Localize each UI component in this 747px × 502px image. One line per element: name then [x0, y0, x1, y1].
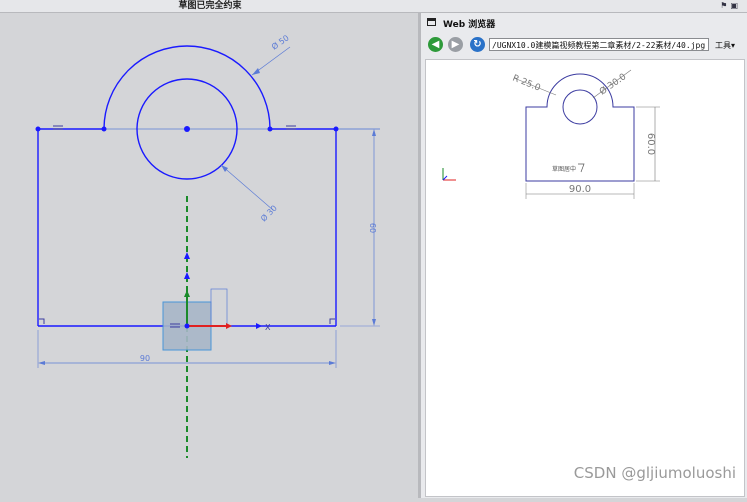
width-label[interactable]: 90 — [140, 354, 150, 363]
x-axis-label: X — [265, 323, 271, 332]
width-arrow-left — [38, 361, 45, 365]
status-corner-icons: ⚑▣ — [720, 1, 741, 10]
drawing-width-label: 90.0 — [569, 184, 591, 195]
x-axis-arrowhead — [226, 323, 232, 329]
width-arrow-right — [329, 361, 336, 365]
status-bar: 草图已完全约束 ⚑▣ — [0, 0, 747, 13]
drawing-height-label: 60.0 — [645, 133, 656, 155]
x-direction-arrowhead — [256, 323, 262, 329]
chevron-down-icon: ▾ — [731, 41, 736, 50]
y-direction-arrowhead-2 — [184, 272, 190, 279]
status-message: 草图已完全约束 — [178, 1, 242, 11]
browser-title: Web 浏览器 — [443, 20, 496, 30]
height-arrow-top — [372, 129, 376, 136]
y-axis-arrowhead — [184, 290, 190, 297]
browser-content[interactable]: R 25.0 Ø 30.0 60.0 90.0 草图居中 CSDN @gljiu… — [425, 59, 745, 497]
window-icon — [427, 18, 436, 26]
inner-diameter-leader — [220, 164, 274, 211]
refresh-icon[interactable]: ↻ — [470, 37, 485, 52]
mini-z-axis — [442, 175, 448, 181]
drawing-note-mark — [578, 163, 585, 173]
url-field[interactable]: /UGNX10.0建模篇视频教程第二章素材/2-22素材/40.jpg — [489, 38, 709, 51]
tools-menu[interactable]: 工具▾ — [715, 40, 735, 51]
top-diameter-arrow — [252, 68, 260, 75]
plane-handle-box — [210, 288, 228, 327]
sketch-canvas[interactable]: Ø 50 Ø 30 60 90 X — [0, 13, 418, 498]
height-arrow-bottom — [372, 319, 376, 326]
forward-icon[interactable]: ▶ — [448, 37, 463, 52]
tools-label: 工具 — [715, 41, 731, 50]
browser-navbar: ◀ ▶ ↻ /UGNX10.0建模篇视频教程第二章素材/2-22素材/40.jp… — [421, 34, 747, 56]
reference-drawing: R 25.0 Ø 30.0 60.0 90.0 草图居中 — [442, 69, 660, 199]
drawing-note: 草图居中 — [552, 165, 576, 173]
browser-header: Web 浏览器 — [421, 13, 747, 33]
diameter-label: Ø 30.0 — [597, 71, 628, 97]
radius-label: R 25.0 — [511, 74, 542, 94]
drawing-circle — [562, 89, 598, 125]
height-label[interactable]: 60 — [368, 223, 377, 233]
watermark: CSDN @gljiumoluoshi — [573, 464, 736, 482]
window-icon[interactable]: ▣ — [730, 1, 741, 10]
top-arc[interactable] — [103, 45, 271, 130]
web-browser-panel: Web 浏览器 ◀ ▶ ↻ /UGNX10.0建模篇视频教程第二章素材/2-22… — [421, 13, 747, 498]
origin-point[interactable] — [184, 323, 190, 329]
sketch-svg[interactable]: Ø 50 Ø 30 60 90 X — [0, 13, 418, 498]
inner-diameter-arrow — [221, 165, 228, 172]
back-icon[interactable]: ◀ — [428, 37, 443, 52]
y-direction-arrowhead — [184, 252, 190, 259]
flag-icon[interactable]: ⚑ — [720, 1, 730, 10]
